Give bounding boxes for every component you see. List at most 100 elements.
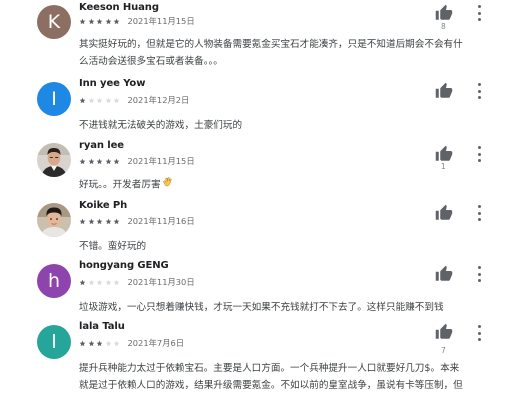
review-text: 垃圾游戏，一心只想着赚快钱，才玩一天如果不充钱就打不下去了。这样只能赚不到钱 <box>79 299 504 316</box>
star-rating <box>79 97 122 104</box>
more-dot <box>477 146 481 149</box>
more-dot <box>477 11 481 15</box>
more-vert-icon[interactable] <box>476 146 482 162</box>
thumbs-up-icon[interactable] <box>435 265 453 283</box>
review-text-content: 不错。蛮好玩的 <box>79 241 147 252</box>
more-vert-icon[interactable] <box>476 83 482 99</box>
star-rating <box>79 218 122 225</box>
review-text: 好玩。。开发者厉害 <box>79 176 504 194</box>
review-meta: 2021年7月6日 <box>79 338 184 348</box>
more-dot <box>477 331 481 335</box>
star-rating <box>79 158 122 165</box>
review-text-content: 提升兵种能力太过于依赖宝石。主要是人口方面。一个兵种提升一人口就要好几刀$。本来 <box>79 363 460 374</box>
reviewer-name: lala Talu <box>79 321 125 332</box>
star-icon <box>113 18 120 24</box>
star-icon <box>79 218 86 224</box>
star-icon <box>88 18 94 24</box>
star-icon <box>105 340 111 346</box>
avatar-letter: l <box>51 331 57 353</box>
more-dot <box>477 266 481 269</box>
review-text-content: 就是过于依赖人口的游戏，结果升级需要氪金。不如以前的皇室战争，虽说有卡等压制，但 <box>79 380 463 391</box>
review-text: 提升兵种能力太过于依赖宝石。主要是人口方面。一个兵种提升一人口就要好几刀$。本来… <box>79 360 504 394</box>
review-text-content: 不进钱就无法破关的游戏，土豪们玩的 <box>79 120 243 131</box>
review-text: 其实挺好玩的，但就是它的人物装备需要氪金买宝石才能凑齐，只是不知道后期会不会有什… <box>79 36 504 70</box>
star-icon <box>88 279 94 285</box>
review-meta: 2021年11月30日 <box>79 277 195 287</box>
avatar <box>37 143 71 177</box>
star-icon <box>96 279 103 285</box>
review-text-line: 垃圾游戏，一心只想着赚快钱，才玩一天如果不充钱就打不下去了。这样只能赚不到钱 <box>79 299 504 316</box>
more-dot <box>477 152 481 156</box>
reviewer-name: ryan lee <box>79 140 124 151</box>
reviewer-name: Inn yee Yow <box>79 78 146 89</box>
helpful-count: 1 <box>441 162 446 171</box>
star-rating <box>79 340 122 347</box>
thumbs-up-icon[interactable] <box>435 82 453 100</box>
more-dot <box>477 205 481 208</box>
avatar <box>37 203 71 237</box>
more-dot <box>477 338 481 341</box>
review-text-line: 不进钱就无法破关的游戏，土豪们玩的 <box>79 117 504 134</box>
review-text: 不进钱就无法破关的游戏，土豪们玩的 <box>79 117 504 134</box>
star-icon <box>105 18 111 24</box>
review-date: 2021年7月6日 <box>127 338 185 348</box>
avatar-letter: h <box>47 270 61 292</box>
reviewer-name: Koike Ph <box>79 200 128 211</box>
more-dot <box>477 218 481 221</box>
star-icon <box>79 340 86 346</box>
helpful-count: 8 <box>441 22 446 31</box>
more-vert-icon[interactable] <box>476 325 482 341</box>
review-meta: 2021年11月15日 <box>79 16 195 26</box>
review-text-content: 么活动会送很多宝石或者装备。。。 <box>79 56 223 67</box>
review-date: 2021年12月2日 <box>127 95 190 105</box>
star-rating <box>79 279 122 286</box>
star-icon <box>79 158 86 164</box>
review-date: 2021年11月15日 <box>127 16 195 26</box>
review-text-line: 么活动会送很多宝石或者装备。。。 <box>79 53 504 70</box>
star-icon <box>88 340 94 346</box>
thumbs-up-icon[interactable] <box>435 145 453 163</box>
more-dot <box>477 325 481 328</box>
star-icon <box>79 18 86 24</box>
review-date: 2021年11月16日 <box>127 216 195 226</box>
more-vert-icon[interactable] <box>476 205 482 221</box>
review-date: 2021年11月15日 <box>127 156 195 166</box>
review-text-line: 其实挺好玩的，但就是它的人物装备需要氪金买宝石才能凑齐，只是不知道后期会不会有什 <box>79 36 504 53</box>
avatar-letter: I <box>51 88 57 110</box>
avatar: l <box>37 325 71 359</box>
star-icon <box>113 279 120 285</box>
star-icon <box>96 97 103 103</box>
reviewer-name: Keeson Huang <box>79 2 159 13</box>
review-meta: 2021年11月15日 <box>79 156 195 166</box>
more-dot <box>477 272 481 276</box>
more-dot <box>477 96 481 99</box>
star-icon <box>113 340 120 346</box>
star-icon <box>105 158 111 164</box>
star-icon <box>105 279 111 285</box>
thumbs-up-icon[interactable] <box>435 323 453 341</box>
more-dot <box>477 211 481 215</box>
star-icon <box>96 158 103 164</box>
more-vert-icon[interactable] <box>476 266 482 282</box>
star-icon <box>105 218 111 224</box>
more-vert-icon[interactable] <box>476 5 482 21</box>
review-meta: 2021年11月16日 <box>79 216 195 226</box>
more-dot <box>477 5 481 8</box>
review-date: 2021年11月30日 <box>127 277 195 287</box>
star-icon <box>105 97 111 103</box>
thumbs-up-icon[interactable] <box>435 204 453 222</box>
review-text-content: 垃圾游戏，一心只想着赚快钱，才玩一天如果不充钱就打不下去了。这样只能赚不到钱 <box>79 302 444 313</box>
star-rating <box>79 18 122 25</box>
review-text: 不错。蛮好玩的 <box>79 238 504 255</box>
thumbs-up-icon[interactable] <box>435 4 453 22</box>
helpful-count: 7 <box>441 346 446 355</box>
star-icon <box>88 158 94 164</box>
star-icon <box>88 218 94 224</box>
star-icon <box>79 279 86 285</box>
star-icon <box>113 97 120 103</box>
review-text-line: 不错。蛮好玩的 <box>79 238 504 255</box>
star-icon <box>88 97 94 103</box>
star-icon <box>113 158 120 164</box>
avatar: K <box>37 5 71 39</box>
star-icon <box>79 97 86 103</box>
